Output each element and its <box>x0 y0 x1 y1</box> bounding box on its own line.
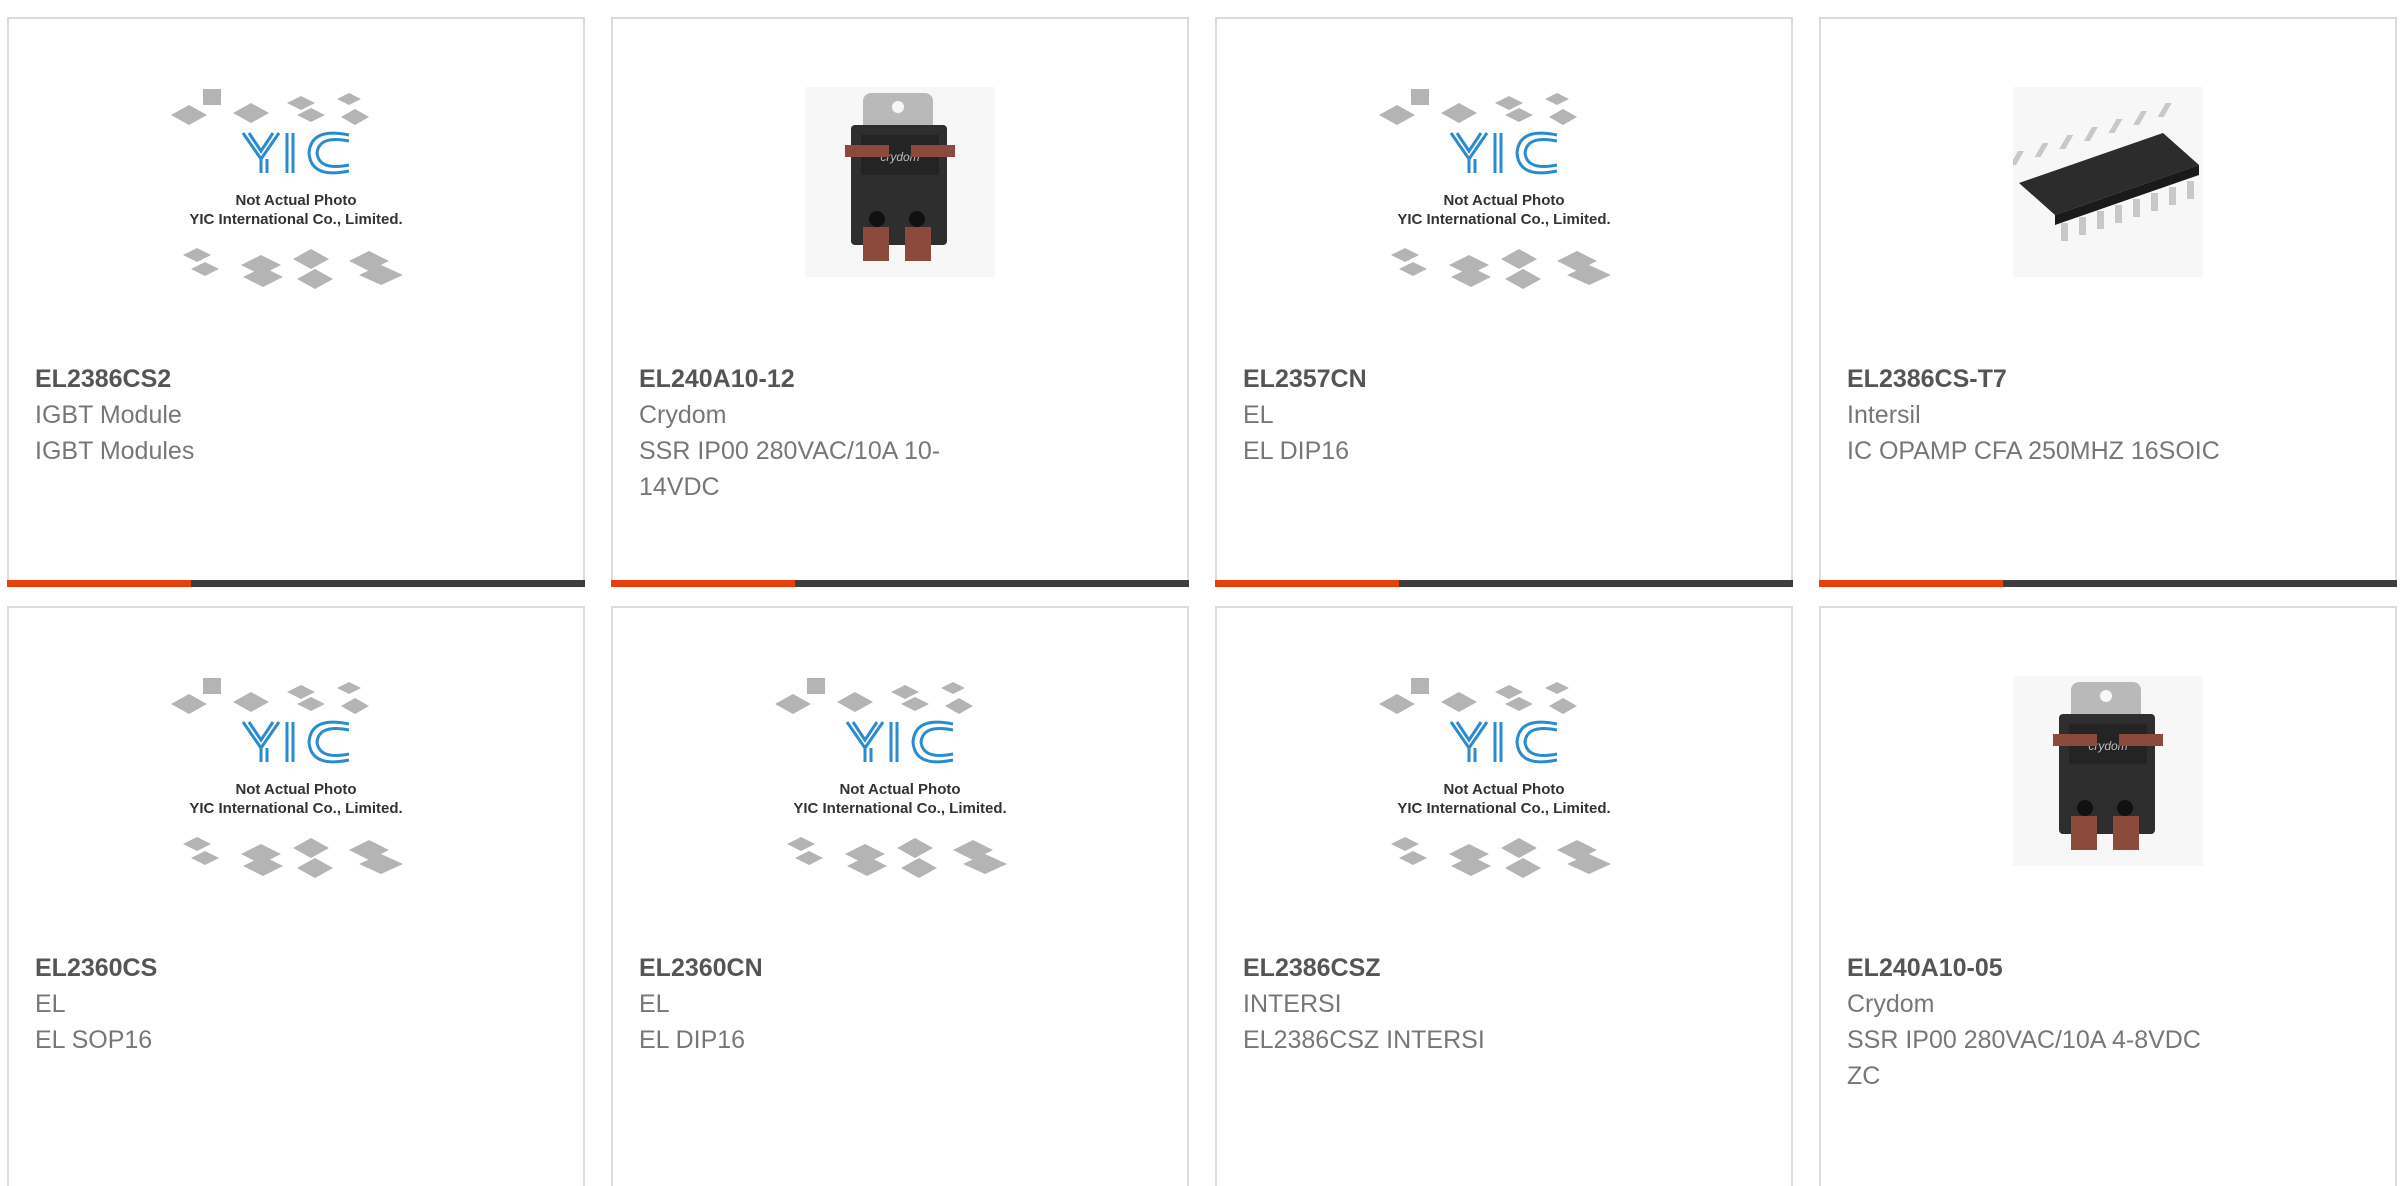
part-number-link[interactable]: EL2386CSZ <box>1243 950 1765 986</box>
part-number-link[interactable]: EL2357CN <box>1243 361 1765 397</box>
part-number-link[interactable]: EL240A10-05 <box>1847 950 2369 986</box>
product-card[interactable]: EL2386CS-T7 Intersil IC OPAMP CFA 250MHZ… <box>1819 17 2397 587</box>
soic-chip-icon[interactable] <box>1821 87 2395 353</box>
card-accent <box>7 580 191 587</box>
product-card[interactable]: Not Actual Photo YIC International Co., … <box>7 17 585 587</box>
brand-label: EL <box>639 990 670 1018</box>
svg-text:Not Actual Photo: Not Actual Photo <box>1443 192 1564 209</box>
product-card[interactable]: Not Actual Photo YIC International Co., … <box>7 606 585 1186</box>
svg-text:YIC International Co., Limited: YIC International Co., Limited. <box>1397 800 1610 817</box>
description-label: EL SOP16 <box>35 1026 153 1054</box>
part-number-link[interactable]: EL2360CN <box>639 950 1161 986</box>
svg-text:YIC International Co., Limited: YIC International Co., Limited. <box>189 800 402 817</box>
description-label: IC OPAMP CFA 250MHZ 16SOIC <box>1847 437 2220 465</box>
part-number-link[interactable]: EL2386CS2 <box>35 361 557 397</box>
product-card[interactable]: crydom EL240A10-05 Crydom SSR IP00 280VA… <box>1819 606 2397 1186</box>
product-card[interactable]: Not Actual Photo YIC International Co., … <box>1215 17 1793 587</box>
card-progress-bar <box>611 580 1189 587</box>
svg-text:Not Actual Photo: Not Actual Photo <box>839 781 960 798</box>
product-card[interactable]: crydom EL240A10-12 Crydom SSR IP00 280VA… <box>611 17 1189 587</box>
placeholder-icon[interactable]: Not Actual Photo YIC International Co., … <box>9 676 583 942</box>
svg-text:Not Actual Photo: Not Actual Photo <box>1443 781 1564 798</box>
placeholder-icon[interactable]: Not Actual Photo YIC International Co., … <box>9 87 583 353</box>
svg-text:YIC International Co., Limited: YIC International Co., Limited. <box>189 211 402 228</box>
description-label: EL2386CSZ INTERSI <box>1243 1026 1485 1054</box>
svg-text:Not Actual Photo: Not Actual Photo <box>235 192 356 209</box>
brand-label: Crydom <box>1847 990 1935 1018</box>
brand-label: Crydom <box>639 401 727 429</box>
card-progress-bar <box>1215 580 1793 587</box>
brand-label: EL <box>1243 401 1274 429</box>
placeholder-icon[interactable]: Not Actual Photo YIC International Co., … <box>613 676 1187 942</box>
product-card[interactable]: Not Actual Photo YIC International Co., … <box>1215 606 1793 1186</box>
card-accent <box>1819 580 2003 587</box>
card-progress-bar <box>1819 580 2397 587</box>
card-accent <box>611 580 795 587</box>
part-number-link[interactable]: EL240A10-12 <box>639 361 1161 397</box>
description-label: EL DIP16 <box>1243 437 1350 465</box>
product-grid: Not Actual Photo YIC International Co., … <box>0 0 2400 1186</box>
description-label: IGBT Modules <box>35 437 195 465</box>
product-card[interactable]: Not Actual Photo YIC International Co., … <box>611 606 1189 1186</box>
relay-icon[interactable]: crydom <box>1821 676 2395 942</box>
part-number-link[interactable]: EL2386CS-T7 <box>1847 361 2369 397</box>
svg-text:YIC International Co., Limited: YIC International Co., Limited. <box>1397 211 1610 228</box>
svg-text:YIC International Co., Limited: YIC International Co., Limited. <box>793 800 1006 817</box>
card-accent <box>1215 580 1399 587</box>
relay-icon[interactable]: crydom <box>613 87 1187 353</box>
svg-text:Not Actual Photo: Not Actual Photo <box>235 781 356 798</box>
placeholder-icon[interactable]: Not Actual Photo YIC International Co., … <box>1217 676 1791 942</box>
description-label: SSR IP00 280VAC/10A 10-14VDC <box>639 437 941 501</box>
brand-label: Intersil <box>1847 401 1921 429</box>
description-label: EL DIP16 <box>639 1026 746 1054</box>
brand-label: INTERSI <box>1243 990 1342 1018</box>
placeholder-icon[interactable]: Not Actual Photo YIC International Co., … <box>1217 87 1791 353</box>
brand-label: IGBT Module <box>35 401 182 429</box>
card-progress-bar <box>7 580 585 587</box>
description-label: SSR IP00 280VAC/10A 4-8VDC ZC <box>1847 1026 2201 1090</box>
part-number-link[interactable]: EL2360CS <box>35 950 557 986</box>
brand-label: EL <box>35 990 66 1018</box>
